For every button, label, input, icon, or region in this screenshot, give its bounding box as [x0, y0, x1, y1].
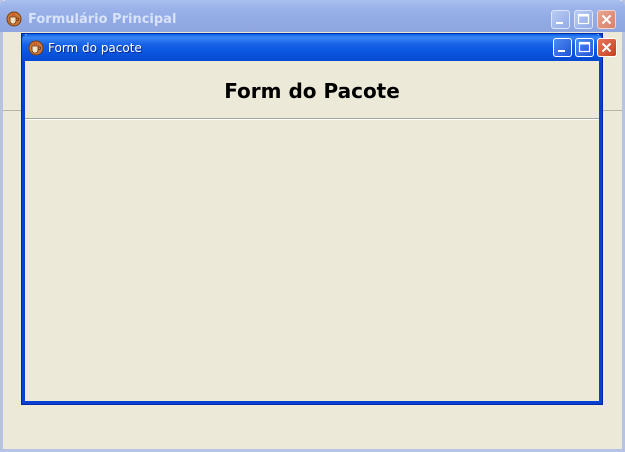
- form-header-panel: Form do Pacote: [25, 61, 599, 119]
- main-window-titlebar[interactable]: Formulário Principal: [0, 0, 625, 32]
- minimize-icon: [558, 50, 565, 52]
- child-window-title: Form do pacote: [48, 41, 142, 55]
- java-coffee-cup-icon: [6, 11, 22, 27]
- child-window-minimize-button[interactable]: [553, 38, 572, 57]
- form-heading: Form do Pacote: [224, 79, 400, 103]
- main-window-title: Formulário Principal: [28, 12, 177, 27]
- child-window-titlebar[interactable]: Form do pacote: [22, 34, 617, 61]
- maximize-icon: [578, 41, 591, 53]
- child-window: Form do pacote Form do Pacote: [22, 34, 617, 404]
- main-window-maximize-button[interactable]: [574, 10, 593, 29]
- main-window-close-button[interactable]: [597, 10, 616, 29]
- minimize-icon: [556, 22, 563, 24]
- main-window-minimize-button[interactable]: [551, 10, 570, 29]
- close-icon: [601, 14, 612, 25]
- java-coffee-cup-icon: [28, 40, 44, 56]
- close-icon: [601, 42, 612, 53]
- child-window-close-button[interactable]: [597, 38, 617, 57]
- child-window-maximize-button[interactable]: [575, 38, 594, 57]
- maximize-icon: [577, 13, 590, 25]
